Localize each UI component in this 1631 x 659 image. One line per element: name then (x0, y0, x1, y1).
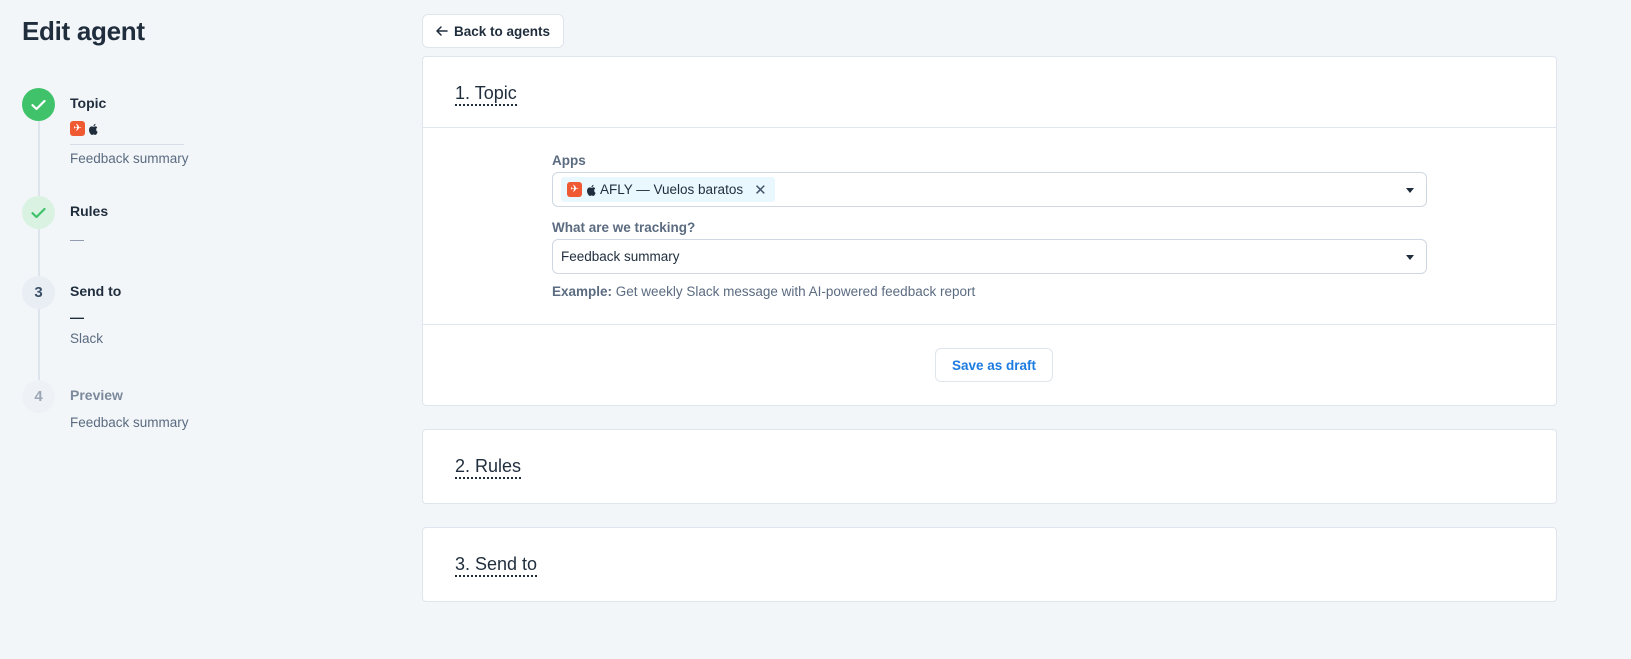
check-icon (31, 207, 46, 218)
step-connector (38, 121, 40, 196)
step-complete-badge (22, 88, 55, 121)
app-chip: ✈ AFLY — Vuelos baratos ✕ (561, 177, 775, 202)
step-connector (38, 229, 40, 276)
example-hint: Example: Get weekly Slack message with A… (552, 284, 975, 299)
check-icon (31, 99, 46, 110)
example-prefix: Example: (552, 284, 613, 299)
plane-app-icon: ✈ (70, 121, 85, 136)
back-button-label: Back to agents (454, 23, 551, 39)
step-title: Rules (70, 203, 109, 219)
save-as-draft-button[interactable]: Save as draft (935, 348, 1054, 382)
apps-label: Apps (552, 153, 586, 168)
topic-card: 1. Topic Apps ✈ AFLY — Vuelos baratos ✕ … (422, 56, 1557, 406)
step-title: Send to (70, 283, 122, 299)
step-title: Topic (70, 95, 107, 111)
step-title: Preview (70, 387, 123, 403)
rules-card-title[interactable]: 2. Rules (455, 455, 522, 479)
topic-card-title[interactable]: 1. Topic (455, 82, 517, 106)
step-dash: — (70, 309, 84, 325)
step-number: 3 (22, 276, 55, 309)
send-to-card-title[interactable]: 3. Send to (455, 553, 538, 577)
step-divider (70, 144, 184, 145)
step-app-icons: ✈ (70, 121, 98, 136)
app-chip-label: AFLY — Vuelos baratos (600, 182, 744, 197)
step-summary: Feedback summary (70, 151, 189, 166)
step-complete-badge (22, 196, 55, 229)
apple-icon (89, 123, 98, 135)
arrow-left-icon (436, 26, 448, 36)
back-to-agents-button[interactable]: Back to agents (422, 14, 565, 48)
plane-app-icon: ✈ (567, 182, 582, 197)
send-to-card[interactable]: 3. Send to (422, 527, 1557, 602)
step-summary: — (70, 231, 84, 247)
progress-stepper: Topic ✈ Feedback summary Rules — 3 Send … (22, 88, 322, 448)
step-summary: Slack (70, 331, 104, 346)
card-divider (423, 324, 1556, 325)
page-title: Edit agent (22, 16, 145, 46)
caret-down-icon (1406, 255, 1414, 260)
caret-down-icon (1406, 188, 1414, 193)
card-divider (423, 127, 1556, 128)
tracking-select-value: Feedback summary (561, 249, 680, 264)
example-text: Get weekly Slack message with AI-powered… (615, 284, 976, 299)
rules-card[interactable]: 2. Rules (422, 429, 1557, 504)
step-summary: Feedback summary (70, 415, 189, 430)
close-icon[interactable]: ✕ (754, 181, 767, 199)
tracking-select[interactable]: Feedback summary (552, 239, 1427, 274)
apple-icon (587, 184, 596, 196)
apps-select[interactable]: ✈ AFLY — Vuelos baratos ✕ (552, 172, 1427, 207)
step-number: 4 (22, 380, 55, 413)
step-connector (38, 309, 40, 381)
tracking-label: What are we tracking? (552, 220, 696, 235)
